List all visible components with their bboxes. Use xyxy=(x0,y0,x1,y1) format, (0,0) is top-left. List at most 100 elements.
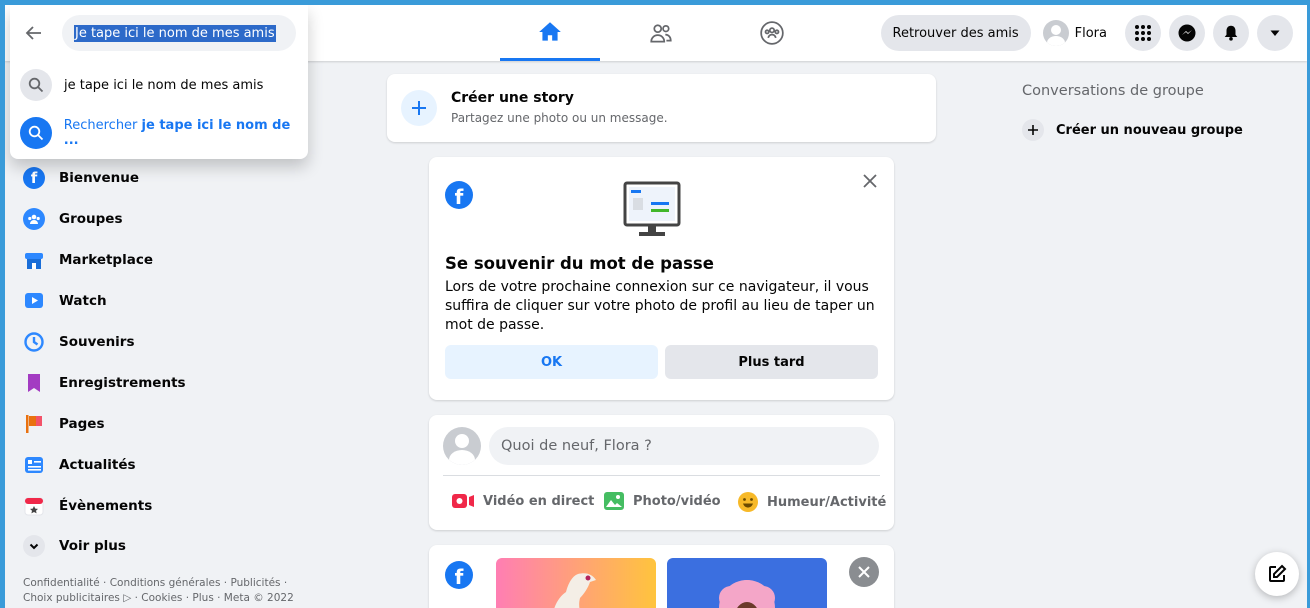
sidebar-item-marketplace[interactable]: Marketplace xyxy=(23,246,153,274)
close-icon xyxy=(858,566,870,578)
grid-menu-icon xyxy=(1135,25,1151,41)
create-new-group-button[interactable]: Créer un nouveau groupe xyxy=(1022,117,1243,143)
search-for-query[interactable]: Rechercher je tape ici le nom de ... xyxy=(20,115,308,151)
sidebar-item-label: Actualités xyxy=(59,457,136,473)
groups-icon xyxy=(760,21,784,45)
sidebar-item-bienvenue[interactable]: f Bienvenue xyxy=(23,164,139,192)
watch-icon xyxy=(25,293,43,308)
compose-icon xyxy=(1269,564,1287,582)
sidebar-item-watch[interactable]: Watch xyxy=(23,287,107,315)
sidebar-item-label: Marketplace xyxy=(59,252,153,268)
sidebar-item-label: Évènements xyxy=(59,498,153,514)
groups-icon xyxy=(23,208,45,230)
tab-home[interactable] xyxy=(500,5,600,61)
sidebar-item-label: Groupes xyxy=(59,211,123,227)
create-story-card[interactable]: Créer une story Partagez une photo ou un… xyxy=(387,74,936,142)
sidebar-item-souvenirs[interactable]: Souvenirs xyxy=(23,328,135,356)
suggestion-label: je tape ici le nom de mes amis xyxy=(64,77,264,93)
facebook-logo-icon: f xyxy=(445,181,473,209)
story-subtitle: Partagez une photo ou un message. xyxy=(451,111,668,125)
profile-name: Flora xyxy=(1074,25,1107,41)
caret-down-icon xyxy=(1270,30,1280,36)
plus-icon xyxy=(1022,119,1044,141)
search-icon xyxy=(28,77,44,93)
promo-card: f xyxy=(429,545,894,608)
remember-password-card: f Se souvenir du mot de passe Lors de vo… xyxy=(429,157,894,400)
ok-button[interactable]: OK xyxy=(445,345,658,379)
arrow-left-icon xyxy=(25,26,41,40)
facebook-window: Retrouver des amis Flora Je tape ici le … xyxy=(5,5,1307,608)
avatar xyxy=(443,427,481,465)
account-menu-button[interactable] xyxy=(1257,15,1293,51)
create-group-label: Créer un nouveau groupe xyxy=(1056,122,1243,138)
profile-button[interactable]: Flora xyxy=(1039,15,1117,51)
menu-button[interactable] xyxy=(1125,15,1161,51)
avatar xyxy=(1042,20,1069,46)
search-for-icon-wrap xyxy=(20,117,52,149)
live-video-icon xyxy=(452,494,474,508)
plus-icon xyxy=(401,90,437,126)
promo-image-person xyxy=(667,558,827,608)
smiley-icon xyxy=(738,492,758,512)
search-suggestion[interactable]: je tape ici le nom de mes amis xyxy=(20,67,263,103)
sidebar-item-label: Watch xyxy=(59,293,107,309)
password-card-body: Lors de votre prochaine connexion sur ce… xyxy=(445,279,875,333)
tab-friends[interactable] xyxy=(611,5,711,61)
sidebar-item-groupes[interactable]: Groupes xyxy=(23,205,122,233)
sidebar-item-label: Enregistrements xyxy=(59,375,186,391)
footer-line-2[interactable]: Choix publicitaires ▷ · Cookies · Plus ·… xyxy=(23,591,313,606)
divider xyxy=(443,475,880,476)
live-video-label: Vidéo en direct xyxy=(483,493,595,509)
sidebar-see-more[interactable]: Voir plus xyxy=(23,532,126,560)
memories-clock-icon xyxy=(24,332,44,352)
friends-icon xyxy=(650,24,672,43)
later-button[interactable]: Plus tard xyxy=(665,345,878,379)
search-input[interactable]: Je tape ici le nom de mes amis xyxy=(62,15,296,51)
photo-video-button[interactable]: Photo/vidéo xyxy=(603,491,721,511)
search-prefix: Rechercher xyxy=(63,118,138,133)
password-card-title: Se souvenir du mot de passe xyxy=(445,254,714,273)
footer-links[interactable]: Confidentialité · Conditions générales ·… xyxy=(23,576,313,606)
sidebar-item-label: Bienvenue xyxy=(59,170,140,186)
suggestion-icon-wrap xyxy=(20,69,52,101)
sidebar-item-pages[interactable]: Pages xyxy=(23,410,105,438)
computer-screen-illustration xyxy=(623,181,681,236)
bookmark-icon xyxy=(28,374,40,392)
chevron-down-icon xyxy=(23,535,45,557)
search-icon xyxy=(28,125,44,141)
home-icon xyxy=(539,21,561,41)
whats-on-your-mind-input[interactable]: Quoi de neuf, Flora ? xyxy=(489,427,879,465)
search-popup: Je tape ici le nom de mes amis je tape i… xyxy=(10,5,308,159)
facebook-icon: f xyxy=(23,167,45,189)
header-actions: Retrouver des amis Flora xyxy=(880,15,1293,51)
tab-groups[interactable] xyxy=(722,5,822,61)
back-button[interactable] xyxy=(24,23,44,47)
feeling-activity-button[interactable]: Humeur/Activité xyxy=(737,491,886,513)
messenger-icon xyxy=(1178,24,1196,42)
photo-icon xyxy=(604,492,624,510)
new-message-button[interactable] xyxy=(1255,552,1299,596)
sidebar-item-actualites[interactable]: Actualités xyxy=(23,451,136,479)
sidebar-item-label: Voir plus xyxy=(59,538,126,554)
pages-flag-icon xyxy=(26,415,42,433)
close-button[interactable] xyxy=(849,557,879,587)
notifications-button[interactable] xyxy=(1213,15,1249,51)
search-query: Je tape ici le nom de mes amis xyxy=(74,24,276,42)
live-video-button[interactable]: Vidéo en direct xyxy=(451,491,594,511)
photo-video-label: Photo/vidéo xyxy=(633,493,721,509)
close-button[interactable] xyxy=(862,173,878,193)
close-icon xyxy=(863,174,877,188)
calendar-icon xyxy=(24,497,44,516)
feeling-activity-label: Humeur/Activité xyxy=(767,494,887,510)
promo-image-dog xyxy=(496,558,656,608)
sidebar-item-evenements[interactable]: Évènements xyxy=(23,492,152,520)
sidebar-item-enregistrements[interactable]: Enregistrements xyxy=(23,369,186,397)
story-title: Créer une story xyxy=(451,90,574,106)
post-composer-card: Quoi de neuf, Flora ? Vidéo en direct Ph… xyxy=(429,415,894,530)
messenger-button[interactable] xyxy=(1169,15,1205,51)
sidebar-item-label: Souvenirs xyxy=(59,334,135,350)
marketplace-icon xyxy=(25,253,43,269)
footer-line-1[interactable]: Confidentialité · Conditions générales ·… xyxy=(23,576,313,591)
find-friends-button[interactable]: Retrouver des amis xyxy=(880,15,1031,51)
group-conversations-title: Conversations de groupe xyxy=(1022,83,1204,99)
